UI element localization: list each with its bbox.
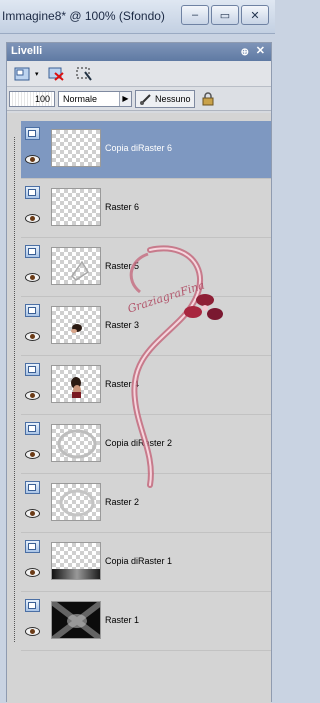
tree-connector (14, 137, 15, 642)
layers-palette: Livelli ⊕ ✕ ▾ 100 Normale ▶ Nessuno Copi… (6, 42, 272, 703)
pin-icon[interactable]: ⊕ (241, 44, 249, 61)
layer-row[interactable]: Copia diRaster 6 (21, 121, 271, 179)
layer-row[interactable]: Raster 1 (21, 593, 271, 651)
visibility-eye-icon[interactable] (25, 214, 40, 223)
new-raster-layer-button[interactable] (11, 64, 33, 84)
layer-list: Copia diRaster 6 Raster 6 Raster 5 Raste… (7, 113, 271, 703)
raster-layer-icon[interactable] (25, 186, 40, 199)
layer-row[interactable]: Raster 4 (21, 357, 271, 415)
delete-layer-icon (48, 67, 64, 81)
new-layer-dropdown-icon[interactable]: ▾ (35, 70, 39, 78)
padlock-icon[interactable] (201, 91, 215, 106)
selection-icon (76, 67, 92, 81)
layer-thumbnail (51, 601, 101, 639)
visibility-eye-icon[interactable] (25, 155, 40, 164)
lock-selector[interactable]: Nessuno (135, 89, 195, 108)
layer-thumbnail (51, 247, 101, 285)
window-controls: – ▭ ✕ (181, 5, 269, 25)
lock-label: Nessuno (155, 93, 191, 104)
layer-row[interactable]: Raster 5 (21, 239, 271, 297)
visibility-eye-icon[interactable] (25, 509, 40, 518)
thumbnail-band (52, 569, 100, 579)
visibility-eye-icon[interactable] (25, 273, 40, 282)
raster-layer-icon[interactable] (25, 245, 40, 258)
visibility-eye-icon[interactable] (25, 450, 40, 459)
raster-layer-icon[interactable] (25, 363, 40, 376)
raster-layer-icon[interactable] (25, 599, 40, 612)
blend-mode-value: Normale (63, 93, 98, 104)
layer-row[interactable]: Raster 2 (21, 475, 271, 533)
raster-layer-icon[interactable] (25, 540, 40, 553)
raster-layer-icon[interactable] (25, 304, 40, 317)
layer-thumbnail (51, 365, 101, 403)
thumbnail-figure (71, 377, 81, 398)
palette-close-icon[interactable]: ✕ (256, 43, 265, 60)
palette-title: Livelli (11, 45, 43, 57)
layer-name[interactable]: Copia diRaster 1 (105, 556, 172, 566)
layer-name[interactable]: Raster 5 (105, 261, 139, 271)
palette-toolbar: ▾ (7, 61, 271, 87)
new-raster-layer-icon (14, 67, 30, 80)
layer-name[interactable]: Raster 3 (105, 320, 139, 330)
document-title-bar: Immagine8* @ 100% (Sfondo) – ▭ ✕ (0, 0, 275, 34)
raster-layer-icon[interactable] (25, 127, 40, 140)
visibility-eye-icon[interactable] (25, 568, 40, 577)
thumbnail-background (52, 602, 100, 638)
raster-layer-icon[interactable] (25, 481, 40, 494)
layer-row[interactable]: Copia diRaster 2 (21, 416, 271, 474)
brush-lock-icon (140, 93, 151, 105)
thumbnail-frame (57, 429, 97, 459)
visibility-eye-icon[interactable] (25, 332, 40, 341)
thumbnail-figure (71, 324, 82, 333)
layer-thumbnail (51, 188, 101, 226)
layer-name[interactable]: Copia diRaster 6 (105, 143, 172, 153)
layer-name[interactable]: Copia diRaster 2 (105, 438, 172, 448)
close-button[interactable]: ✕ (241, 5, 269, 25)
layer-thumbnail (51, 306, 101, 344)
layer-row[interactable]: Raster 6 (21, 180, 271, 238)
selection-button[interactable] (73, 64, 95, 84)
layer-row[interactable]: Raster 3 (21, 298, 271, 356)
blend-mode-arrow-icon: ▶ (119, 91, 131, 106)
thumbnail-swirl (71, 260, 90, 281)
layer-thumbnail (51, 424, 101, 462)
layer-name[interactable]: Raster 1 (105, 615, 139, 625)
visibility-eye-icon[interactable] (25, 391, 40, 400)
opacity-field[interactable]: 100 (9, 90, 55, 107)
raster-layer-icon[interactable] (25, 422, 40, 435)
delete-layer-button[interactable] (45, 64, 67, 84)
layer-thumbnail (51, 483, 101, 521)
layer-row[interactable]: Copia diRaster 1 (21, 534, 271, 592)
layer-properties-bar: 100 Normale ▶ Nessuno (7, 87, 271, 111)
layer-name[interactable]: Raster 4 (105, 379, 139, 389)
palette-title-bar[interactable]: Livelli ⊕ ✕ (7, 43, 271, 61)
visibility-eye-icon[interactable] (25, 627, 40, 636)
blend-mode-select[interactable]: Normale ▶ (58, 90, 132, 107)
restore-button[interactable]: ▭ (211, 5, 239, 25)
minimize-button[interactable]: – (181, 5, 209, 25)
layer-name[interactable]: Raster 2 (105, 497, 139, 507)
layer-thumbnail (51, 129, 101, 167)
thumbnail-frame (59, 489, 95, 517)
layer-thumbnail (51, 542, 101, 580)
layer-name[interactable]: Raster 6 (105, 202, 139, 212)
document-title: Immagine8* @ 100% (Sfondo) (2, 9, 165, 23)
